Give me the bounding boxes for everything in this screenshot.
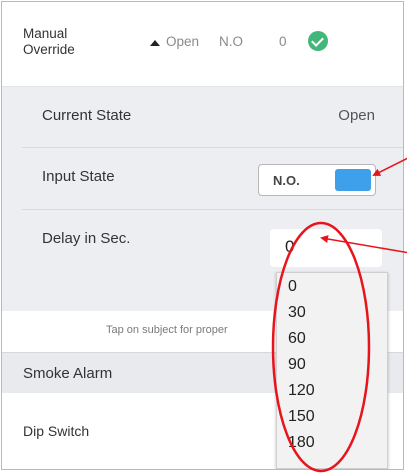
tap-note-text: Tap on subject for proper: [106, 324, 228, 336]
current-state-value: Open: [338, 107, 375, 124]
smoke-alarm-title: Smoke Alarm: [23, 365, 113, 382]
toggle-knob: [335, 169, 371, 191]
manual-override-header[interactable]: Manual Override Open N.O 0: [2, 2, 403, 87]
delay-option[interactable]: 0: [288, 278, 297, 296]
delay-value: 0: [285, 237, 295, 256]
delay-option[interactable]: 30: [288, 304, 306, 322]
current-state-row: Current State Open: [22, 87, 403, 147]
header-delay: 0: [279, 34, 287, 49]
delay-option[interactable]: 60: [288, 330, 306, 348]
app-frame: Manual Override Open N.O 0 Current State…: [1, 1, 404, 470]
dip-switch-label: Dip Switch: [23, 423, 90, 439]
delay-option[interactable]: 120: [288, 382, 315, 400]
caret-up-icon: [150, 40, 160, 46]
header-state: Open: [166, 34, 200, 49]
check-circle-icon: [308, 31, 328, 51]
input-state-toggle[interactable]: N.O.: [258, 164, 376, 196]
input-state-label: Input State: [42, 168, 115, 185]
delay-dropdown-list: 0 30 60 90 120 150 180: [276, 272, 388, 469]
toggle-label: N.O.: [273, 173, 300, 188]
delay-label: Delay in Sec.: [42, 230, 131, 247]
delay-select[interactable]: 0: [270, 229, 382, 267]
header-input-type: N.O: [219, 34, 244, 49]
current-state-label: Current State: [42, 107, 132, 124]
delay-option[interactable]: 90: [288, 356, 306, 374]
header-title: Manual Override: [23, 26, 75, 57]
delay-option[interactable]: 180: [288, 434, 315, 452]
delay-option[interactable]: 150: [288, 408, 315, 426]
